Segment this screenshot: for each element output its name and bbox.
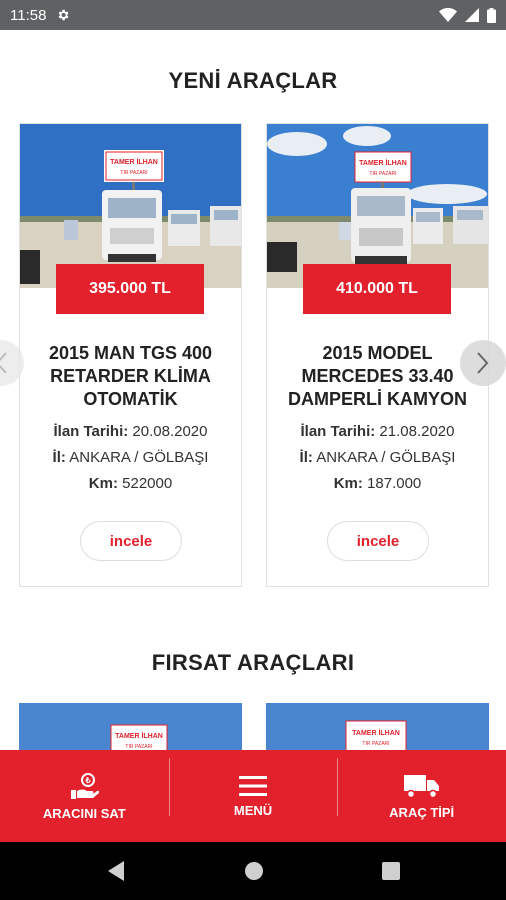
- vehicle-card[interactable]: TAMER İLHAN TIR PAZARI 395.000 TL 2015 M…: [19, 123, 242, 587]
- listing-city: İl: ANKARA / GÖLBAŞI: [267, 449, 488, 466]
- listing-city: İl: ANKARA / GÖLBAŞI: [20, 449, 241, 466]
- listing-city-value: ANKARA / GÖLBAŞI: [69, 449, 209, 466]
- settings-gear-icon: [59, 9, 69, 21]
- listing-date-label: İlan Tarihi:: [300, 423, 376, 440]
- svg-text:₺: ₺: [85, 776, 92, 785]
- sign-text: TAMER İLHAN: [110, 158, 158, 166]
- chevron-right-icon: [477, 352, 489, 374]
- bottom-navigation: ₺ ARACINI SAT MENÜ ARAÇ TİPİ: [0, 750, 506, 842]
- nav-menu-label: MENÜ: [233, 802, 273, 818]
- listing-date: İlan Tarihi: 21.08.2020: [267, 423, 488, 440]
- system-navigation-bar: [0, 842, 506, 900]
- listing-date: İlan Tarihi: 20.08.2020: [20, 423, 241, 440]
- nav-vehicle-type-label: ARAÇ TİPİ: [389, 804, 455, 820]
- listing-km-label: Km:: [333, 475, 363, 492]
- view-details-button[interactable]: incele: [327, 521, 429, 561]
- carousel-next-button[interactable]: [460, 340, 506, 386]
- vehicle-title: 2015 MODEL MERCEDES 33.40 DAMPERLİ KAMYO…: [288, 343, 467, 409]
- sell-hand-icon: ₺: [71, 772, 100, 799]
- nav-sell-vehicle[interactable]: ₺ ARACINI SAT: [0, 750, 169, 842]
- listing-date-label: İlan Tarihi:: [53, 423, 129, 440]
- recents-icon[interactable]: [382, 862, 400, 880]
- listing-km: Km: 522000: [20, 475, 241, 492]
- home-icon[interactable]: [244, 861, 264, 881]
- nav-vehicle-type[interactable]: ARAÇ TİPİ: [337, 750, 506, 842]
- status-bar: 11:58: [0, 0, 506, 30]
- price-badge: 395.000 TL: [56, 264, 204, 314]
- listing-km-label: Km:: [88, 475, 118, 492]
- listing-km-value: 187.000: [367, 475, 422, 492]
- truck-icon: [403, 774, 439, 798]
- view-details-button[interactable]: incele: [80, 521, 182, 561]
- listing-city-value: ANKARA / GÖLBAŞI: [316, 449, 456, 466]
- vehicle-card[interactable]: TAMER İLHAN TIR PAZARI 410.000 TL 2015 M…: [266, 123, 489, 587]
- hamburger-menu-icon: [239, 775, 267, 796]
- listing-city-label: İl:: [299, 449, 313, 466]
- sign-subtext: TIR PAZARI: [362, 741, 389, 747]
- listing-date-value: 20.08.2020: [132, 423, 208, 440]
- status-time: 11:58: [10, 6, 47, 24]
- sign-subtext: TIR PAZARI: [120, 170, 147, 176]
- new-vehicles-title: YENİ ARAÇLAR: [168, 68, 338, 93]
- sign-text: TAMER İLHAN: [115, 732, 163, 740]
- vehicle-title: 2015 MAN TGS 400 RETARDER KLİMA OTOMATİK: [48, 343, 213, 409]
- nav-sell-vehicle-label: ARACINI SAT: [42, 805, 126, 821]
- sign-text: TAMER İLHAN: [359, 159, 407, 167]
- listing-km: Km: 187.000: [267, 475, 488, 492]
- deal-vehicles-title: FIRSAT ARAÇLARI: [151, 650, 355, 675]
- price-badge: 410.000 TL: [303, 264, 451, 314]
- listing-km-value: 522000: [122, 475, 173, 492]
- listing-city-label: İl:: [52, 449, 66, 466]
- chevron-left-icon: [0, 352, 7, 374]
- sign-text: TAMER İLHAN: [352, 729, 400, 737]
- back-icon[interactable]: [106, 860, 126, 882]
- wifi-icon: [439, 8, 457, 22]
- signal-icon: [465, 8, 479, 22]
- battery-icon: [487, 7, 496, 23]
- nav-menu[interactable]: MENÜ: [168, 750, 338, 842]
- sign-subtext: TIR PAZARI: [369, 171, 396, 177]
- listing-date-value: 21.08.2020: [379, 423, 455, 440]
